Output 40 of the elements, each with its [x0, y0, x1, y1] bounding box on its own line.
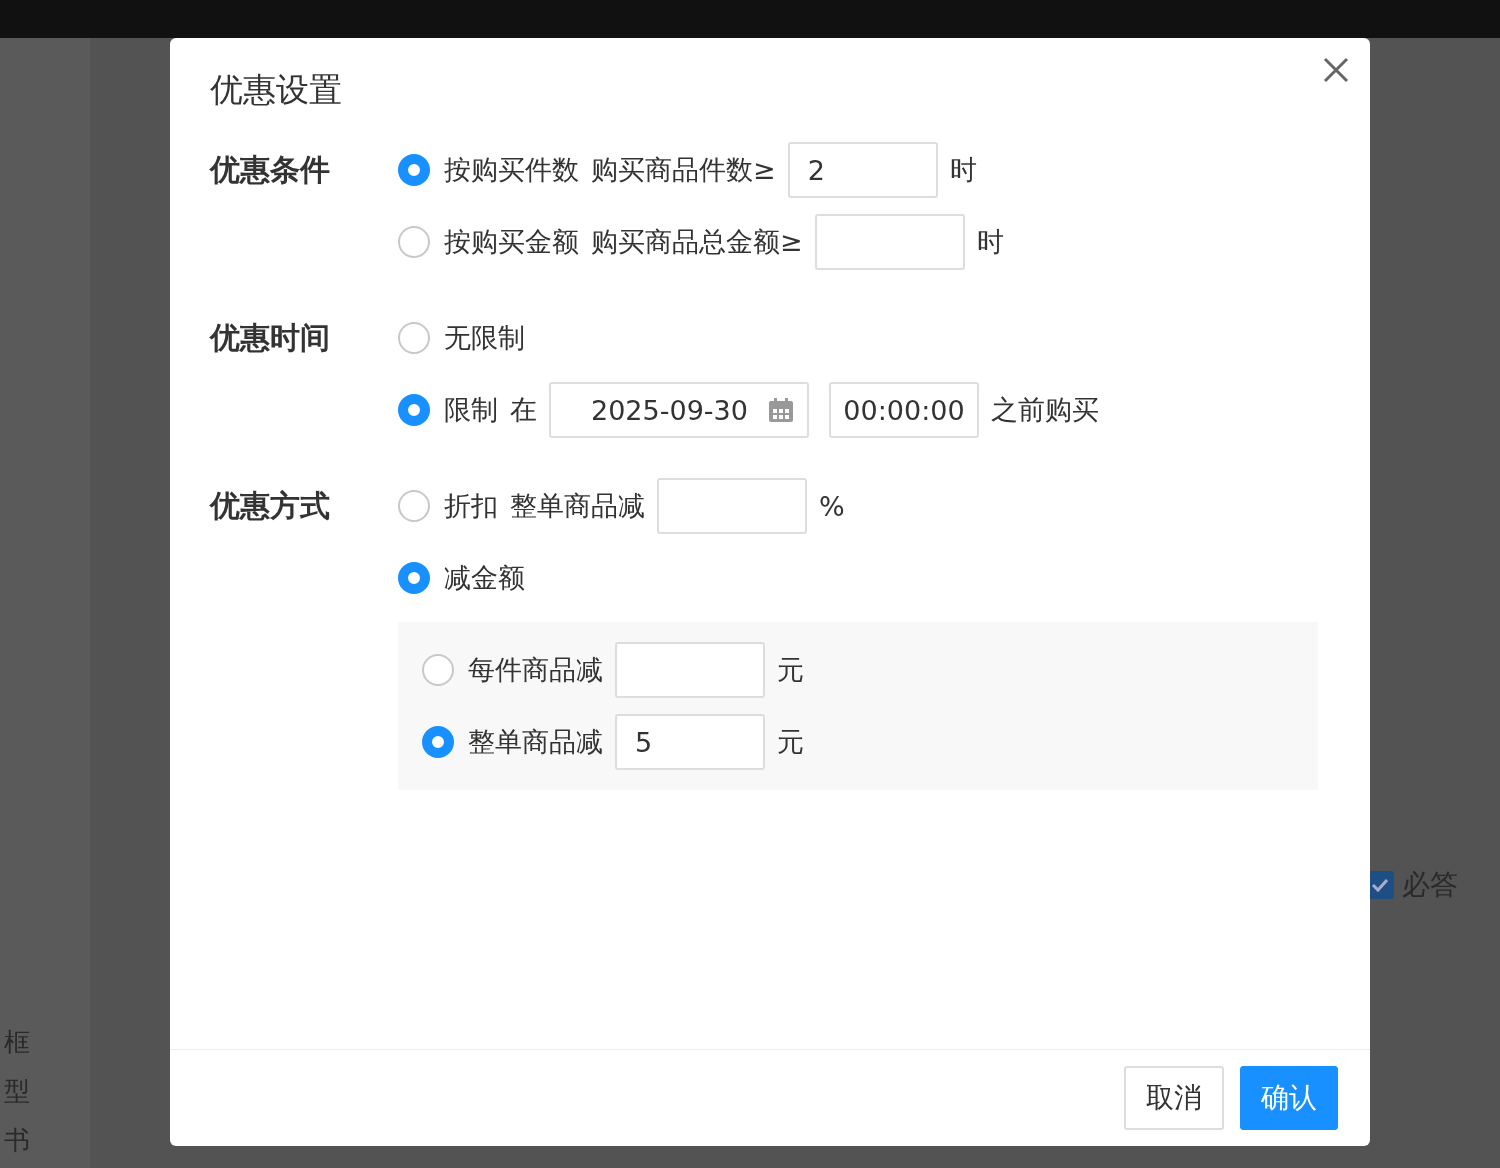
option-text: 时 [949, 153, 977, 187]
option-text: 减金额 [444, 561, 525, 595]
option-text: 购买商品总金额≥ [591, 225, 803, 259]
radio-button[interactable] [422, 726, 454, 758]
radio-button[interactable] [398, 322, 430, 354]
option-text: 整单商品减 [510, 489, 645, 523]
input-field[interactable]: 2 [787, 142, 938, 198]
option-text: 元 [777, 725, 804, 759]
option-text: % [819, 490, 845, 522]
option-text: 限制 [444, 393, 498, 427]
radio-button[interactable] [422, 654, 454, 686]
input-field[interactable] [814, 214, 965, 270]
radio-button[interactable] [398, 562, 430, 594]
option-text: 每件商品减 [468, 653, 603, 687]
calendar-icon [767, 397, 794, 423]
input-field[interactable]: 5 [615, 714, 765, 770]
input-field[interactable] [657, 478, 807, 534]
option-text: 在 [510, 393, 537, 427]
radio-button[interactable] [398, 226, 430, 258]
close-icon [1323, 57, 1349, 83]
option-text: 按购买金额 [444, 225, 579, 259]
option-text: 之前购买 [991, 393, 1099, 427]
option-text: 折扣 [444, 489, 498, 523]
section-label: 优惠时间 [210, 319, 331, 357]
cancel-button[interactable]: 取消 [1124, 1066, 1224, 1130]
option-text: 按购买件数 [444, 153, 579, 187]
radio-button[interactable] [398, 154, 430, 186]
dialog-title: 优惠设置 [210, 69, 343, 111]
option-text: 购买商品件数≥ [591, 153, 776, 187]
input-field[interactable] [615, 642, 765, 698]
option-text: 整单商品减 [468, 725, 603, 759]
section-label: 优惠方式 [210, 487, 331, 525]
radio-button[interactable] [398, 394, 430, 426]
date-field[interactable]: 2025-09-30 [549, 382, 809, 438]
time-field[interactable]: 00:00:00 [829, 382, 979, 438]
option-text: 无限制 [444, 321, 525, 355]
option-text: 元 [777, 653, 804, 687]
option-text: 时 [976, 225, 1004, 259]
radio-button[interactable] [398, 490, 430, 522]
section-label: 优惠条件 [210, 151, 331, 189]
